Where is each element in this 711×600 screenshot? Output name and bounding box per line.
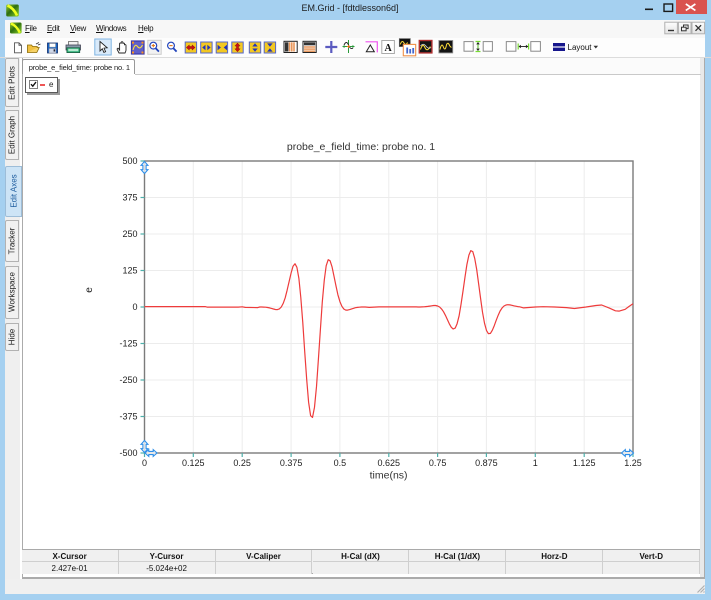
svg-text:1.125: 1.125: [573, 458, 596, 468]
svg-text:0.25: 0.25: [233, 458, 251, 468]
svg-text:250: 250: [122, 229, 137, 239]
svg-text:-375: -375: [119, 412, 137, 422]
svg-text:0: 0: [132, 302, 137, 312]
svg-text:-500: -500: [119, 448, 137, 458]
svg-text:0.625: 0.625: [378, 458, 401, 468]
svg-text:probe_e_field_time: probe no.: probe_e_field_time: probe no. 1: [287, 141, 435, 153]
svg-text:-250: -250: [119, 375, 137, 385]
svg-text:0: 0: [142, 458, 147, 468]
svg-text:time(ns): time(ns): [370, 470, 408, 482]
svg-text:0.5: 0.5: [334, 458, 347, 468]
svg-text:-125: -125: [119, 339, 137, 349]
svg-text:125: 125: [122, 266, 137, 276]
svg-text:375: 375: [122, 193, 137, 203]
svg-text:0.125: 0.125: [182, 458, 205, 468]
svg-text:500: 500: [122, 156, 137, 166]
svg-text:0.75: 0.75: [429, 458, 447, 468]
svg-text:0.375: 0.375: [280, 458, 303, 468]
svg-text:0.875: 0.875: [475, 458, 498, 468]
svg-text:1: 1: [533, 458, 538, 468]
svg-text:1.25: 1.25: [624, 458, 642, 468]
svg-text:e: e: [84, 287, 95, 293]
